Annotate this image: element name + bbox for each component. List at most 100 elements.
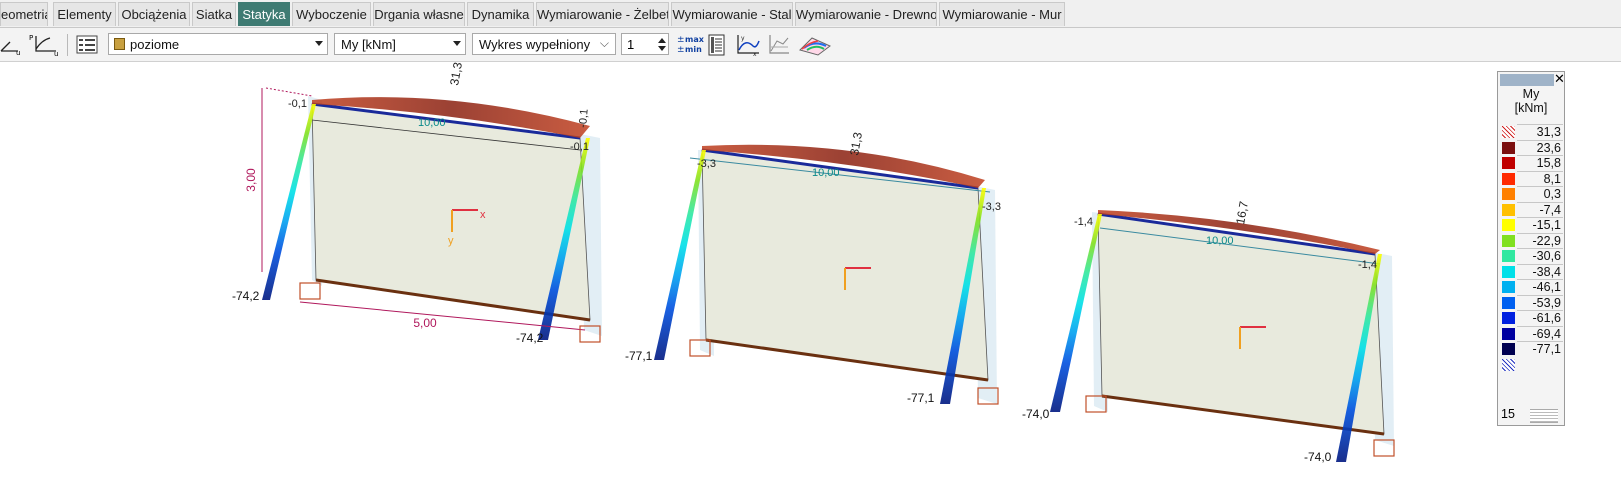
legend-value: -15,1 <box>1532 218 1562 232</box>
svg-text:y: y <box>741 35 745 42</box>
legend-swatch <box>1502 141 1515 154</box>
frame-3: 16,7 -1,4 -1,4 10,00 -74,0 -74,0 <box>1022 200 1395 464</box>
close-icon[interactable]: ✕ <box>1554 72 1565 86</box>
legend-quantity: My <box>1522 87 1540 101</box>
tab-siatka[interactable]: Siatka <box>192 2 236 26</box>
frame1-right-base: -74,2 <box>516 331 544 345</box>
frame3-top-max: 16,7 <box>1233 200 1251 226</box>
legend-title: My [kNm] <box>1498 87 1564 115</box>
legend-value: -7,4 <box>1539 202 1561 217</box>
legend-row: 23,6 <box>1501 139 1563 156</box>
axis-y-label: y <box>448 235 454 247</box>
legend-row: 0,3 <box>1501 186 1563 202</box>
legend-value: -46,1 <box>1532 280 1562 294</box>
frame3-left-base: -74,0 <box>1022 407 1050 421</box>
legend-swatch <box>1502 358 1515 371</box>
legend-row-min-overflow <box>1501 357 1563 373</box>
tab-wymiarowanie-drewno[interactable]: Wymiarowanie - Drewno <box>795 2 937 26</box>
results-legend[interactable]: ✕ My [kNm] 31,3 23,6 15,8 8,1 0,3 -7,4 -15,1 -2… <box>1497 71 1565 426</box>
module-tab-bar: eometria Elementy Obciążenia Siatka Stat… <box>0 0 1621 28</box>
frame1-left-base: -74,2 <box>232 289 260 303</box>
legend-swatch <box>1502 157 1515 169</box>
chevron-down-icon <box>315 41 323 46</box>
svg-text:±: ± <box>677 35 685 45</box>
frame1-beam-length: 10,00 <box>418 117 446 129</box>
legend-row: -30,6 <box>1501 248 1563 264</box>
legend-swatch <box>1502 126 1515 138</box>
min-label: min <box>685 45 702 54</box>
legend-row: 15,8 <box>1501 155 1563 171</box>
chevron-down-icon <box>453 41 461 46</box>
svg-text:u: u <box>16 49 20 57</box>
legend-header[interactable] <box>1500 74 1554 86</box>
frame3-right-base: -74,0 <box>1304 450 1332 464</box>
legend-row: 31,3 <box>1501 124 1563 140</box>
svg-text:P: P <box>29 34 33 42</box>
stepper-up-icon[interactable] <box>658 38 666 43</box>
diagram-u-icon[interactable]: u <box>0 32 24 57</box>
frame2-beam-length: 10,00 <box>812 167 840 179</box>
direction-select[interactable]: poziome <box>108 33 328 55</box>
section-diagram-icon[interactable] <box>767 32 791 57</box>
frame3-beam-length: 10,00 <box>1206 235 1234 247</box>
diagram-value: Wykres wypełniony <box>479 37 591 52</box>
direction-value: poziome <box>130 37 180 52</box>
legend-value: -61,6 <box>1532 311 1562 325</box>
legend-row: -7,4 <box>1501 201 1563 218</box>
frame2-left-base: -77,1 <box>625 349 653 363</box>
frame1-left-top: -0,1 <box>288 98 307 110</box>
frame3-left-top: -1,4 <box>1074 216 1093 228</box>
max-min-toggle[interactable]: ± max ± min <box>676 32 704 57</box>
support-icon <box>299 282 321 300</box>
tab-wymiarowanie-stal[interactable]: Wymiarowanie - Stal <box>671 2 793 26</box>
diagram-select[interactable]: Wykres wypełniony ⌵ <box>472 33 616 55</box>
frame-1: 3,00 5,00 31,3 -0,1 -0,1 -0,1 10,00 -74,… <box>232 62 602 345</box>
list-view-icon[interactable] <box>76 32 98 57</box>
legend-steps-icon[interactable] <box>1530 409 1558 423</box>
legend-value: -38,4 <box>1532 264 1562 279</box>
quantity-value: My [kNm] <box>341 37 396 52</box>
diagram-pu-icon[interactable]: Pu <box>28 32 60 57</box>
model-viewport[interactable]: 3,00 5,00 31,3 -0,1 -0,1 -0,1 10,00 -74,… <box>0 62 1495 493</box>
scale-stepper[interactable]: 1 <box>621 33 669 55</box>
tab-drgania-wlasne[interactable]: Drgania własne <box>373 2 465 26</box>
frame1-right-top: -0,1 <box>577 108 591 128</box>
tab-geometria[interactable]: eometria <box>0 2 48 26</box>
legend-value: -77,1 <box>1532 342 1562 356</box>
frame-2: 31,3 -3,3 -3,3 10,00 -77,1 -77,1 <box>625 131 1001 405</box>
legend-row: -15,1 <box>1501 217 1563 233</box>
tab-obciazenia[interactable]: Obciążenia <box>118 2 190 26</box>
quantity-select[interactable]: My [kNm] <box>334 33 466 55</box>
svg-text:u: u <box>54 50 58 57</box>
frame2-right-base: -77,1 <box>907 391 935 405</box>
svg-text:x: x <box>753 51 757 57</box>
legend-row: 8,1 <box>1501 170 1563 187</box>
tab-wymiarowanie-mur[interactable]: Wymiarowanie - Mur <box>939 2 1065 26</box>
legend-row: -69,4 <box>1501 325 1563 342</box>
legend-swatch <box>1502 296 1515 309</box>
legend-count: 15 <box>1501 407 1515 421</box>
results-toolbar: u Pu poziome My [kNm] Wykres wypełniony … <box>0 28 1621 62</box>
scale-value: 1 <box>627 37 635 52</box>
legend-swatch <box>1502 327 1515 340</box>
legend-value: -53,9 <box>1532 295 1562 310</box>
dim-span-label: 5,00 <box>413 316 437 330</box>
legend-swatch <box>1502 312 1515 324</box>
tab-wyboczenie[interactable]: Wyboczenie <box>292 2 371 26</box>
svg-text:±: ± <box>677 45 685 55</box>
legend-swatch <box>1502 343 1515 355</box>
legend-row: -46,1 <box>1501 279 1563 295</box>
frame2-left-top: -3,3 <box>697 158 716 170</box>
frame3-right-top: -1,4 <box>1358 259 1377 271</box>
tab-elementy[interactable]: Elementy <box>53 2 116 26</box>
tab-dynamika[interactable]: Dynamika <box>467 2 534 26</box>
legend-value: -69,4 <box>1532 326 1562 341</box>
stepper-down-icon[interactable] <box>658 46 666 51</box>
surface-map-icon[interactable] <box>798 32 832 57</box>
result-table-icon[interactable] <box>707 32 727 57</box>
legend-row: -77,1 <box>1501 341 1563 357</box>
tab-statyka[interactable]: Statyka <box>238 2 290 26</box>
tab-wymiarowanie-zelbet[interactable]: Wymiarowanie - Żelbet <box>536 2 669 26</box>
moment-diagram-icon[interactable]: yx <box>735 32 761 57</box>
moment-left-column <box>654 150 706 360</box>
